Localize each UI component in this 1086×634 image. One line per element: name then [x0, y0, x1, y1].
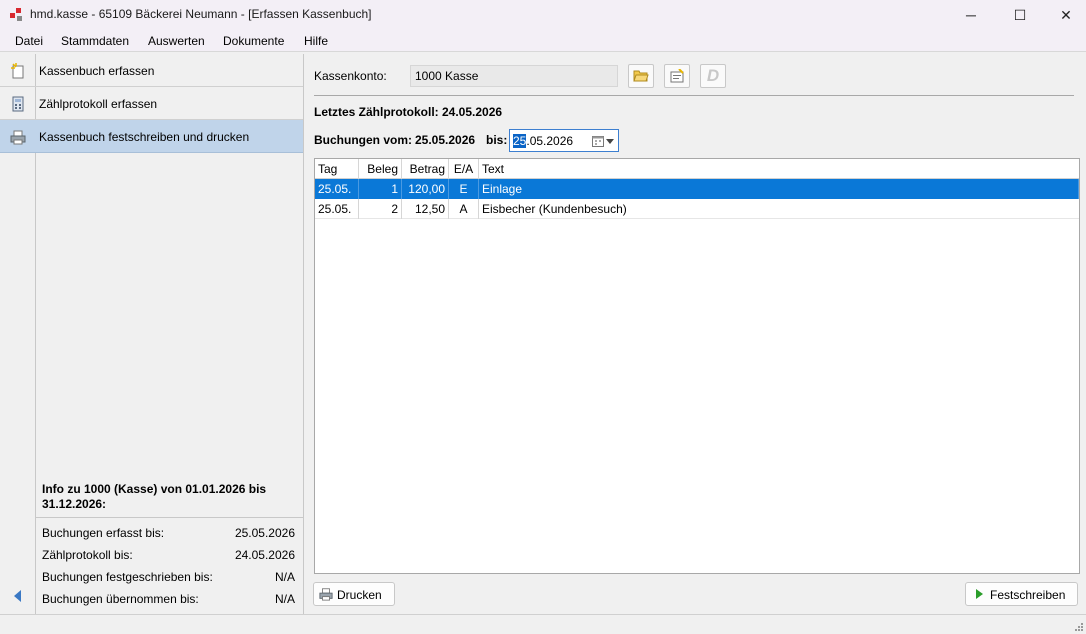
divider [36, 517, 303, 518]
cell-tag: 25.05. [315, 179, 359, 199]
properties-icon [670, 69, 684, 83]
new-document-icon [11, 63, 24, 79]
folder-open-icon [633, 70, 649, 82]
cell-text: Einlage [479, 179, 1079, 199]
bis-label: bis: [486, 133, 508, 147]
festschreiben-button-label: Festschreiben [990, 588, 1066, 602]
info-label-zaehlprotokoll: Zählprotokoll bis: [42, 548, 133, 562]
printer-icon [10, 130, 26, 145]
nav-label: Kassenbuch festschreiben und drucken [39, 130, 250, 144]
printer-icon [319, 588, 333, 601]
date-rest: .05.2026 [526, 134, 574, 148]
cell-betrag: 12,50 [402, 199, 449, 219]
column-header-betrag[interactable]: Betrag [402, 159, 449, 179]
menu-bar: Datei Stammdaten Auswerten Dokumente Hil… [0, 30, 1086, 52]
kassenkonto-label: Kassenkonto: [314, 69, 387, 83]
nav-item-zaehlprotokoll-erfassen[interactable]: Zählprotokoll erfassen [0, 87, 303, 120]
info-label-erfasst: Buchungen erfasst bis: [42, 526, 165, 540]
window-title: hmd.kasse - 65109 Bäckerei Neumann - [Er… [30, 7, 372, 21]
info-label-uebernommen: Buchungen übernommen bis: [42, 592, 199, 606]
to-date-picker[interactable]: 25.05.2026 [509, 129, 619, 152]
divider [314, 95, 1074, 96]
column-header-text[interactable]: Text [479, 159, 1079, 179]
status-bar [0, 614, 1086, 634]
play-icon [976, 589, 983, 599]
column-header-ea[interactable]: E/A [449, 159, 479, 179]
nav-item-festschreiben-drucken[interactable]: Kassenbuch festschreiben und drucken [0, 120, 303, 153]
to-date-input[interactable]: 25.05.2026 [513, 134, 573, 148]
table-header: Tag Beleg Betrag E/A Text [315, 159, 1079, 179]
from-date-value: 25.05.2026 [415, 133, 476, 147]
date-selection: 25 [513, 134, 527, 148]
print-button[interactable]: Drucken [313, 582, 395, 606]
menu-hilfe[interactable]: Hilfe [304, 34, 328, 48]
table-row[interactable]: 25.05. 2 12,50 A Eisbecher (Kundenbesuch… [315, 199, 1079, 219]
info-value-zaehlprotokoll: 24.05.2026 [234, 548, 295, 562]
kassenkonto-field[interactable]: 1000 Kasse [410, 65, 618, 87]
info-value-erfasst: 25.05.2026 [234, 526, 295, 540]
d-icon: D [706, 66, 720, 85]
buchungen-vom-label: Buchungen vom: [314, 133, 412, 147]
menu-dokumente[interactable]: Dokumente [223, 34, 284, 48]
navigation-panel: Kassenbuch erfassen Zählprotokoll erfass… [0, 54, 304, 614]
cell-text: Eisbecher (Kundenbesuch) [482, 202, 627, 216]
cell-tag: 25.05. [315, 199, 359, 219]
info-label-festgeschrieben: Buchungen festgeschrieben bis: [42, 570, 213, 584]
column-header-tag[interactable]: Tag [315, 159, 359, 179]
menu-datei[interactable]: Datei [15, 34, 43, 48]
nav-item-kassenbuch-erfassen[interactable]: Kassenbuch erfassen [0, 54, 303, 87]
chevron-down-icon[interactable] [606, 139, 614, 144]
menu-stammdaten[interactable]: Stammdaten [61, 34, 129, 48]
table-row[interactable]: 25.05. 1 120,00 E Einlage [315, 179, 1079, 199]
resize-grip-icon[interactable] [1073, 621, 1083, 631]
collapse-panel-icon[interactable] [14, 590, 21, 602]
properties-button[interactable] [664, 64, 690, 88]
nav-label: Zählprotokoll erfassen [39, 97, 158, 111]
info-value-festgeschrieben: N/A [274, 570, 295, 584]
letztes-zaehlprotokoll-label: Letztes Zählprotokoll: [314, 105, 439, 119]
cell-beleg: 1 [359, 179, 402, 199]
bookings-table: Tag Beleg Betrag E/A Text 25.05. 1 120,0… [314, 158, 1080, 574]
festschreiben-button[interactable]: Festschreiben [965, 582, 1078, 606]
minimize-button[interactable]: ─ [948, 0, 994, 30]
column-header-beleg[interactable]: Beleg [359, 159, 402, 179]
calculator-icon [12, 96, 24, 112]
maximize-button[interactable]: ☐ [997, 0, 1043, 30]
main-content: Kassenkonto: 1000 Kasse D Letztes Zählpr… [305, 54, 1086, 614]
info-value-uebernommen: N/A [274, 592, 295, 606]
letztes-zaehlprotokoll-value: 24.05.2026 [442, 105, 503, 119]
title-bar: hmd.kasse - 65109 Bäckerei Neumann - [Er… [0, 0, 1086, 30]
nav-label: Kassenbuch erfassen [39, 64, 155, 78]
open-folder-button[interactable] [628, 64, 654, 88]
cell-ea: E [449, 179, 479, 199]
close-button[interactable]: ✕ [1043, 0, 1086, 30]
menu-auswerten[interactable]: Auswerten [148, 34, 205, 48]
cell-betrag: 120,00 [402, 179, 449, 199]
app-logo-icon [10, 8, 22, 21]
d-button[interactable]: D [700, 64, 726, 88]
cell-ea: A [449, 199, 479, 219]
print-button-label: Drucken [337, 588, 382, 602]
cell-beleg: 2 [359, 199, 402, 219]
calendar-icon[interactable] [592, 135, 604, 147]
info-heading: Info zu 1000 (Kasse) von 01.01.2026 bis … [42, 482, 267, 511]
